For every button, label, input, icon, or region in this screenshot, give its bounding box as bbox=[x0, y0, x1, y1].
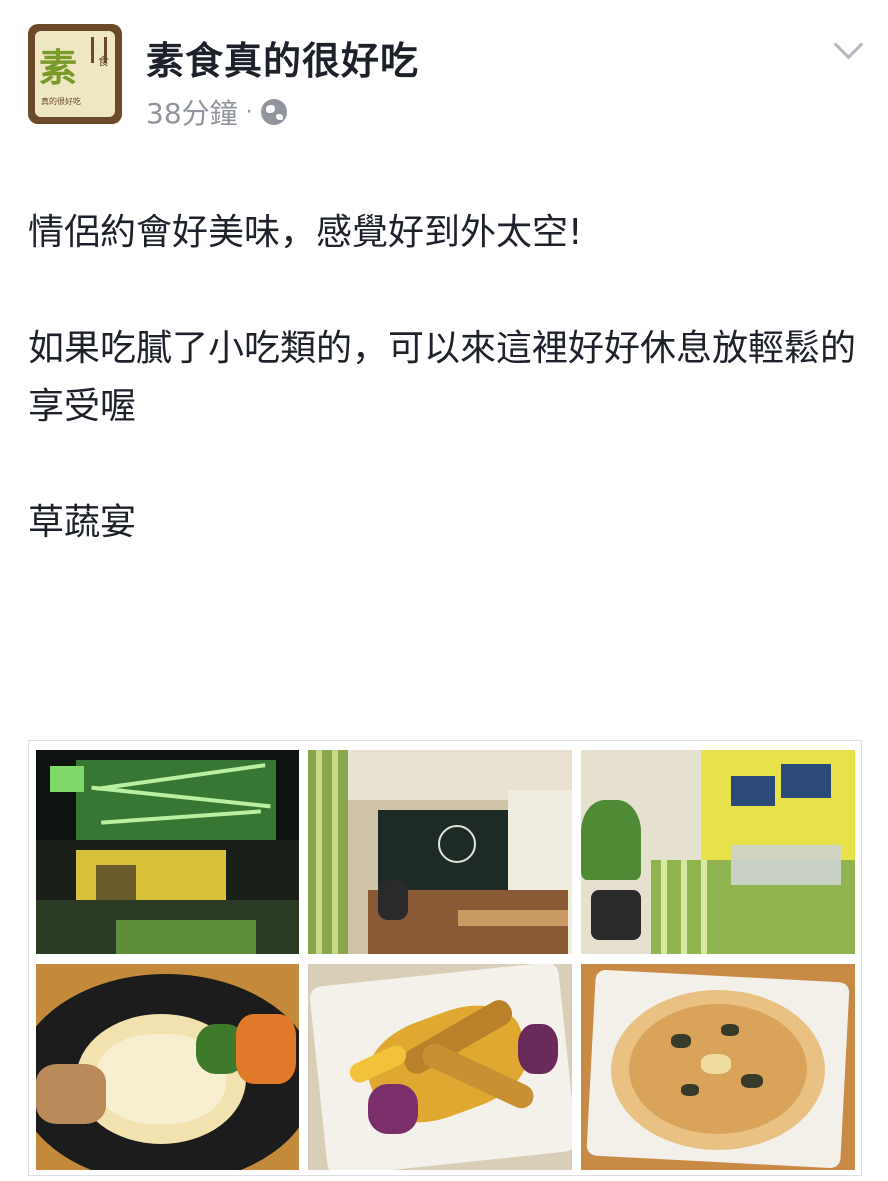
photo-grid bbox=[28, 740, 862, 1176]
photo-dining-room[interactable] bbox=[308, 750, 572, 954]
photo-pasta[interactable] bbox=[36, 964, 299, 1170]
post-text-line2: 如果吃膩了小吃類的，可以來這裡好好休息放輕鬆的享受喔 bbox=[28, 328, 857, 427]
meta-separator: · bbox=[245, 99, 253, 125]
avatar-subtitle: 真的很好吃 bbox=[41, 97, 81, 106]
photo-storefront[interactable] bbox=[36, 750, 299, 954]
chevron-down-icon[interactable] bbox=[833, 29, 864, 60]
post-meta: 38分鐘 · bbox=[146, 92, 287, 132]
photo-pizza[interactable] bbox=[581, 964, 855, 1170]
page-name-link[interactable]: 素食真的很好吃 bbox=[146, 30, 419, 85]
post-header: 素 食 真的很好吃 素食真的很好吃 38分鐘 · bbox=[0, 0, 888, 140]
globe-icon[interactable] bbox=[260, 99, 287, 125]
avatar-big-char: 素 bbox=[39, 45, 78, 90]
avatar-logo: 素 食 真的很好吃 bbox=[35, 31, 115, 117]
post-text: 情侶約會好美味，感覺好到外太空! 如果吃膩了小吃類的，可以來這裡好好休息放輕鬆的… bbox=[28, 204, 868, 552]
post-text-line1: 情侶約會好美味，感覺好到外太空! bbox=[28, 212, 583, 253]
timestamp[interactable]: 38分鐘 bbox=[146, 92, 238, 132]
photo-fried-vegetables[interactable] bbox=[308, 964, 572, 1170]
post-text-line3[interactable]: 草蔬宴 bbox=[28, 494, 868, 552]
avatar-small-char: 食 bbox=[98, 55, 109, 68]
page-avatar[interactable]: 素 食 真的很好吃 bbox=[28, 24, 122, 124]
photo-counter[interactable] bbox=[581, 750, 855, 954]
